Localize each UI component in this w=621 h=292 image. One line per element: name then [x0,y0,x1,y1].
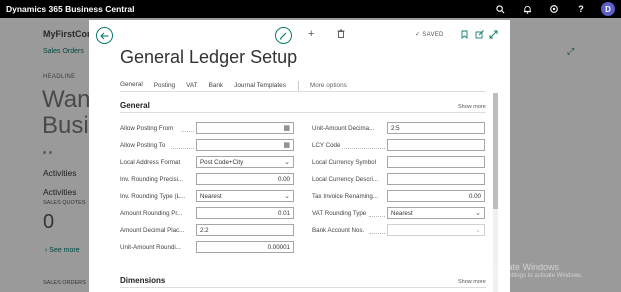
chevron-down-icon: ⌄ [475,210,481,217]
label-leader [369,216,385,217]
chevron-down-icon: ⌄ [284,159,290,166]
search-icon[interactable] [493,2,507,16]
amount-rounding-precision-value: 0.01 [277,209,290,217]
avatar[interactable]: D [601,2,615,16]
tab-vat[interactable]: VAT [186,82,197,92]
local-address-format-select[interactable]: Post Code+City ⌄ [196,156,294,168]
dimensions-divider [120,287,486,288]
unit-amount-rounding-label: Unit-Amount Roundi... [120,244,181,251]
local-currency-description-label: Local Currency Descri... [312,176,379,183]
saved-status: ✓ SAVED [415,32,444,38]
allow-posting-to-label: Allow Posting To [120,142,166,149]
dimensions-section-title[interactable]: Dimensions [120,276,165,285]
inv-rounding-type-select[interactable]: Nearest ⌄ [196,190,294,202]
vat-rounding-type-label: VAT Rounding Type [312,210,367,217]
lcy-code-label: LCY Code [312,142,341,149]
vat-rounding-type-select[interactable]: Nearest ⌄ [387,207,485,219]
inv-rounding-precision-input[interactable]: 0.00 [196,173,294,185]
pencil-icon [280,32,287,40]
suite-bar: Dynamics 365 Business Central ? D [0,0,621,18]
unit-amount-decimal-places-label: Unit-Amount Decima... [312,125,375,132]
app-title: Dynamics 365 Business Central [6,4,135,14]
bell-icon[interactable] [520,2,534,16]
saved-label: SAVED [422,32,444,38]
inv-rounding-precision-value: 0.00 [277,175,290,183]
open-new-window-icon[interactable] [475,30,484,41]
inv-rounding-type-label: Inv. Rounding Type (L... [120,193,186,200]
new-button[interactable]: + [308,28,314,40]
unit-amount-rounding-input[interactable]: 0.00001 [196,241,294,253]
calendar-icon[interactable]: ▦ [283,124,290,132]
suite-icons: ? D [493,2,615,16]
chevron-down-icon: ⌄ [284,193,290,200]
lcy-code-input[interactable] [387,139,485,151]
tax-invoice-renaming-value: 0.00 [468,192,481,200]
page-title: General Ledger Setup [120,47,298,67]
activate-windows-watermark: Activate Windows Go to Settings to activ… [488,262,583,279]
unit-amount-decimal-places-value: 2:5 [391,124,400,132]
bank-account-nos-select[interactable]: ⌄ [387,224,485,236]
tab-journal-templates[interactable]: Journal Templates [234,82,286,92]
unit-amount-rounding-value: 0.00001 [267,243,290,251]
gear-icon[interactable] [547,2,561,16]
general-ledger-setup-dialog: + ✓ SAVED General Ledger Setup General P… [89,20,510,292]
tax-invoice-renaming-input[interactable]: 0.00 [387,190,485,202]
label-leader [181,131,194,132]
dimensions-show-more-link[interactable]: Show more [458,279,486,285]
amount-decimal-places-input[interactable]: 2:2 [196,224,294,236]
label-leader [342,148,385,149]
bank-account-nos-label: Bank Account Nos. [312,227,365,234]
edit-button[interactable] [275,27,292,44]
show-more-link[interactable]: Show more [458,104,486,110]
local-currency-symbol-input[interactable] [387,156,485,168]
scroll-thumb[interactable] [493,93,498,209]
watermark-title: Activate Windows [488,262,560,272]
watermark-subtitle: Go to Settings to activate Windows. [488,273,583,279]
local-address-format-label: Local Address Format [120,159,181,166]
inv-rounding-type-value: Nearest [200,192,222,200]
label-leader [171,148,194,149]
calendar-icon[interactable]: ▦ [283,141,290,149]
inv-rounding-precision-label: Inv. Rounding Precisi... [120,176,184,183]
tab-posting[interactable]: Posting [154,82,175,92]
expand-icon[interactable] [489,30,498,41]
tax-invoice-renaming-label: Tax Invoice Renaming... [312,193,379,200]
amount-rounding-precision-input[interactable]: 0.01 [196,207,294,219]
unit-amount-decimal-places-input[interactable]: 2:5 [387,122,485,134]
label-leader [369,233,385,234]
allow-posting-from-label: Allow Posting From [120,125,174,132]
section-divider [120,112,486,113]
dialog-toolbar: + ✓ SAVED [89,27,510,44]
more-options-button[interactable]: More options [310,82,347,92]
trash-icon [337,29,345,38]
chevron-down-icon: ⌄ [475,227,481,234]
bookmark-icon[interactable] [461,30,468,41]
general-section-title[interactable]: General [120,101,150,110]
vat-rounding-type-value: Nearest [391,209,413,217]
allow-posting-from-input[interactable]: ▦ [196,122,294,134]
tab-bank[interactable]: Bank [209,82,224,92]
local-address-format-value: Post Code+City [200,158,244,166]
help-icon[interactable]: ? [574,2,588,16]
local-currency-description-input[interactable] [387,173,485,185]
amount-decimal-places-label: Amount Decimal Plac... [120,227,185,234]
amount-decimal-places-value: 2:2 [200,226,209,234]
local-currency-symbol-label: Local Currency Symbol [312,159,376,166]
amount-rounding-precision-label: Amount Rounding Pr... [120,210,183,217]
allow-posting-to-input[interactable]: ▦ [196,139,294,151]
tabs-divider [120,91,486,92]
delete-button[interactable] [337,29,345,41]
